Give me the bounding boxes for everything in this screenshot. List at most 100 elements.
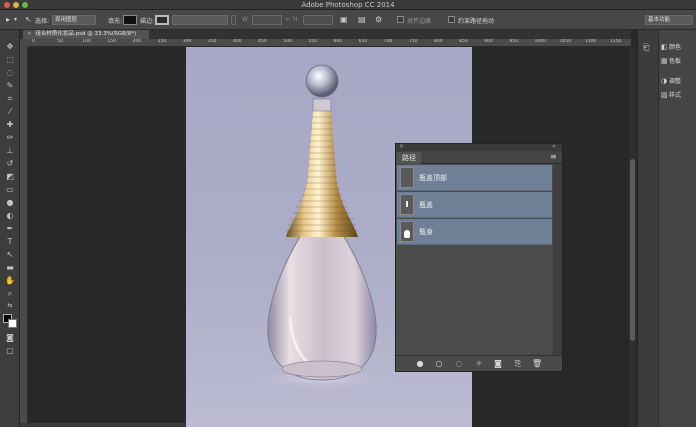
dock-item-color[interactable]: ◧颜色 bbox=[661, 42, 681, 52]
title-bar: Adobe Photoshop CC 2014 bbox=[0, 0, 696, 10]
load-selection-icon[interactable]: ◌ bbox=[454, 359, 464, 369]
stroke-swatch[interactable] bbox=[155, 15, 169, 25]
height-label: H: bbox=[293, 16, 300, 23]
stroke-path-icon[interactable]: ○ bbox=[434, 359, 444, 369]
new-path-icon[interactable]: ⎘ bbox=[513, 359, 523, 369]
path-alignment-icon[interactable]: ▤ bbox=[358, 16, 366, 24]
vertical-scrollbar-thumb[interactable] bbox=[630, 159, 635, 341]
shape-tool-icon[interactable]: ▬ bbox=[3, 263, 17, 273]
ruler-origin[interactable] bbox=[20, 39, 28, 47]
styles-icon: ▨ bbox=[661, 91, 668, 99]
align-edges-checkbox[interactable] bbox=[397, 16, 404, 23]
ruler-tick-label: 1000 bbox=[534, 39, 546, 44]
tab-paths[interactable]: 路径 bbox=[397, 152, 421, 164]
stroke-type-dropdown[interactable] bbox=[231, 15, 236, 25]
link-icon[interactable]: ∞ bbox=[285, 16, 290, 24]
swatches-icon: ▦ bbox=[661, 57, 668, 65]
tools-panel: ✥ ⬚ ◌ ✎ ⌗ ⁄ ✚ ✏ ⊥ ↺ ◩ ▭ ● ◐ ✒ T ↖ ▬ ✋ ⌕ … bbox=[0, 30, 20, 427]
screen-mode-icon[interactable]: ▢ bbox=[3, 346, 17, 356]
panel-close-icon[interactable]: × bbox=[399, 143, 404, 150]
ruler-tick-label: 800 bbox=[434, 39, 443, 44]
ruler-tick-label: 500 bbox=[283, 39, 292, 44]
panel-collapse-icon[interactable]: « bbox=[552, 143, 556, 150]
marquee-tool-icon[interactable]: ⬚ bbox=[3, 55, 17, 65]
ruler-tick-label: 250 bbox=[157, 39, 167, 44]
path-row-cap[interactable]: 瓶盖 bbox=[397, 192, 552, 218]
path-name: 瓶身 bbox=[419, 228, 433, 236]
paths-list: 瓶盖顶部 瓶盖 瓶身 bbox=[396, 164, 553, 355]
path-thumbnail bbox=[400, 167, 414, 188]
ruler-tick-label: 200 bbox=[132, 39, 142, 44]
ruler-tick-label: 300 bbox=[182, 39, 192, 44]
width-field[interactable] bbox=[252, 15, 282, 25]
zoom-tool-icon[interactable]: ⌕ bbox=[3, 289, 17, 299]
home-tool-icon[interactable]: ▸ bbox=[6, 16, 10, 24]
select-label: 选择: bbox=[35, 18, 50, 25]
ruler-tick-label: 1150 bbox=[609, 39, 622, 44]
fill-swatch[interactable] bbox=[123, 15, 137, 25]
pen-tool-icon[interactable]: ✒ bbox=[3, 224, 17, 234]
path-name: 瓶盖顶部 bbox=[419, 174, 447, 182]
dodge-tool-icon[interactable]: ◐ bbox=[3, 211, 17, 221]
path-select-tool-icon[interactable]: ↖ bbox=[25, 16, 32, 24]
path-row-body[interactable]: 瓶身 bbox=[397, 219, 552, 245]
collapsed-panel-strip: ⎗ bbox=[637, 30, 658, 427]
select-dropdown[interactable]: 现用图层 bbox=[52, 15, 96, 25]
ruler-tick-label: 850 bbox=[459, 39, 468, 44]
ruler-tick-label: 550 bbox=[308, 39, 317, 44]
vertical-scrollbar[interactable] bbox=[629, 47, 637, 427]
crop-tool-icon[interactable]: ⌗ bbox=[3, 94, 17, 104]
ruler-tick-label: 950 bbox=[509, 39, 518, 44]
stroke-label: 描边: bbox=[140, 18, 155, 25]
path-selection-tool-icon[interactable]: ↖ bbox=[3, 250, 17, 260]
dock-item-styles[interactable]: ▨样式 bbox=[661, 90, 681, 100]
eraser-tool-icon[interactable]: ◩ bbox=[3, 172, 17, 182]
tool-dropdown-icon[interactable]: ▾ bbox=[14, 16, 17, 24]
path-row-cap-top[interactable]: 瓶盖顶部 bbox=[397, 165, 552, 191]
history-panel-icon[interactable]: ⎗ bbox=[643, 43, 649, 53]
gradient-tool-icon[interactable]: ▭ bbox=[3, 185, 17, 195]
constrain-path-label: 约束路径拖动 bbox=[458, 18, 495, 25]
quick-mask-icon[interactable]: ◙ bbox=[3, 333, 17, 343]
hand-tool-icon[interactable]: ✋ bbox=[3, 276, 17, 286]
panel-tab-bar: 路径 ≡ bbox=[396, 151, 562, 164]
background-color-swatch[interactable] bbox=[8, 319, 17, 328]
dock-item-adjustments[interactable]: ◑ 调整 bbox=[661, 76, 681, 86]
make-work-path-icon[interactable]: ✧ bbox=[474, 359, 484, 369]
add-mask-icon[interactable]: ◙ bbox=[493, 359, 503, 369]
clone-stamp-tool-icon[interactable]: ⊥ bbox=[3, 146, 17, 156]
swap-colors-icon[interactable]: ⇆ bbox=[3, 301, 17, 311]
document-tab[interactable]: × 组合材质化妆品.psd @ 33.3%(RGB/8*) bbox=[23, 30, 149, 39]
brush-tool-icon[interactable]: ✏ bbox=[3, 133, 17, 143]
type-tool-icon[interactable]: T bbox=[3, 237, 17, 247]
paths-list-scrollbar[interactable] bbox=[553, 164, 562, 355]
path-operations-icon[interactable]: ▣ bbox=[340, 16, 348, 24]
delete-path-icon[interactable]: 🗑 bbox=[532, 359, 542, 369]
paths-panel: × « 路径 ≡ 瓶盖顶部 瓶盖 瓶身 ● ○ ◌ ✧ ◙ ⎘ 🗑 bbox=[395, 143, 563, 372]
healing-brush-tool-icon[interactable]: ✚ bbox=[3, 120, 17, 130]
panel-header[interactable]: × « bbox=[396, 143, 562, 151]
panel-menu-icon[interactable]: ≡ bbox=[550, 152, 557, 161]
path-thumbnail bbox=[400, 221, 414, 242]
height-field[interactable] bbox=[303, 15, 333, 25]
quick-select-tool-icon[interactable]: ✎ bbox=[3, 81, 17, 91]
status-bar bbox=[20, 423, 186, 427]
move-tool-icon[interactable]: ✥ bbox=[3, 42, 17, 52]
ruler-tick-label: 150 bbox=[107, 39, 116, 44]
path-arrangement-icon[interactable]: ⚙ bbox=[375, 16, 382, 24]
horizontal-ruler: 0 50 100 150 200 250 300 350 400 450 500 550 600 650 7… bbox=[28, 39, 631, 47]
history-brush-tool-icon[interactable]: ↺ bbox=[3, 159, 17, 169]
blur-tool-icon[interactable]: ● bbox=[3, 198, 17, 208]
window-title: Adobe Photoshop CC 2014 bbox=[301, 1, 395, 9]
tab-close-icon[interactable]: × bbox=[27, 31, 32, 37]
lasso-tool-icon[interactable]: ◌ bbox=[3, 68, 17, 78]
constrain-path-checkbox[interactable] bbox=[448, 16, 455, 23]
ruler-tick-label: 450 bbox=[258, 39, 267, 44]
dock-item-swatches[interactable]: ▦色板 bbox=[661, 56, 681, 66]
fill-path-icon[interactable]: ● bbox=[415, 359, 425, 369]
stroke-width-field[interactable] bbox=[172, 15, 228, 25]
ruler-tick-label: 900 bbox=[484, 39, 493, 44]
color-icon: ◧ bbox=[661, 43, 668, 51]
workspace-dropdown[interactable]: 基本功能 bbox=[645, 15, 693, 25]
eyedropper-tool-icon[interactable]: ⁄ bbox=[3, 107, 17, 117]
